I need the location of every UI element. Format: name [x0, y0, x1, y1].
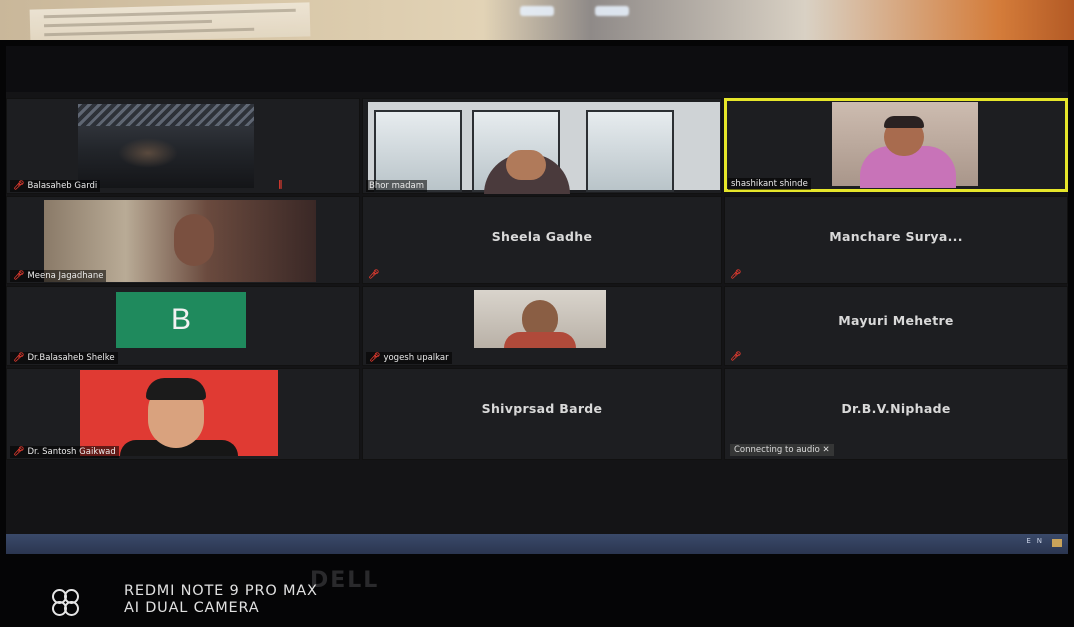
participant-tile[interactable]: Bhor madam [362, 98, 722, 194]
participant-video [80, 370, 278, 456]
notification-icon[interactable] [1052, 539, 1062, 547]
participant-tile[interactable]: 🎤︎ Meena Jagadhane [6, 196, 360, 284]
windows-taskbar: EN [6, 534, 1068, 554]
muted-mic-icon: 🎤︎ [13, 181, 25, 191]
ceiling-light [520, 6, 554, 16]
participant-name: Dr.B.V.Niphade [841, 401, 951, 417]
camera-watermark: REDMI NOTE 9 PRO MAX AI DUAL CAMERA [124, 583, 318, 616]
muted-mic-icon: 🎤︎ [730, 270, 742, 280]
monitor-brand-logo: DELL [310, 568, 380, 593]
participant-tile[interactable]: Shivprsad Barde [362, 368, 722, 460]
monitor-bezel [6, 46, 1068, 92]
participant-tile[interactable]: Sheela Gadhe 🎤︎ [362, 196, 722, 284]
participant-video [78, 104, 254, 188]
participant-video [368, 102, 720, 194]
participant-name: Mayuri Mehetre [838, 313, 954, 329]
ceiling-light [595, 6, 629, 16]
participant-tile[interactable]: 🎤︎ Dr. Santosh Gaikwad [6, 368, 360, 460]
participant-tile[interactable]: Mayuri Mehetre 🎤︎ [724, 286, 1068, 366]
participant-name-label: 🎤︎ Dr.Balasaheb Shelke [10, 352, 118, 364]
participant-tile[interactable]: Dr.B.V.Niphade Connecting to audio ✕ [724, 368, 1068, 460]
avatar: B [116, 292, 246, 348]
participant-video [474, 290, 606, 348]
participant-name-label: 🎤︎ Dr. Santosh Gaikwad [10, 446, 119, 458]
participant-name: Sheela Gadhe [491, 229, 593, 245]
participant-video [832, 102, 978, 188]
muted-mic-icon: 🎤︎ [13, 447, 25, 457]
participant-name-label: 🎤︎ Meena Jagadhane [10, 270, 107, 282]
muted-mic-icon: 🎤︎ [369, 353, 381, 363]
muted-mic-icon: 🎤︎ [13, 353, 25, 363]
participant-tile[interactable]: 🎤︎ Balasaheb Gardi ‖ [6, 98, 360, 194]
participant-tile[interactable]: Manchare Surya... 🎤︎ [724, 196, 1068, 284]
active-speaker-tile[interactable]: shashikant shinde [724, 98, 1068, 192]
participant-tile[interactable]: B 🎤︎ Dr.Balasaheb Shelke [6, 286, 360, 366]
muted-mic-icon: 🎤︎ [13, 271, 25, 281]
muted-mic-icon: 🎤︎ [730, 352, 742, 362]
participant-gallery: 🎤︎ Balasaheb Gardi ‖ Bhor madam shashika… [6, 98, 1068, 502]
muted-mic-icon: ‖ [278, 180, 283, 190]
participant-name-label: shashikant shinde [728, 178, 811, 190]
participant-name: Manchare Surya... [829, 229, 963, 245]
room-wall [0, 0, 1074, 44]
connecting-audio-status: Connecting to audio ✕ [730, 444, 834, 456]
taskbar-language[interactable]: EN [1026, 537, 1048, 545]
participant-name-label: Bhor madam [366, 180, 427, 192]
participant-tile[interactable]: 🎤︎ yogesh upalkar [362, 286, 722, 366]
camera-watermark-icon [52, 589, 79, 616]
participant-name-label: 🎤︎ Balasaheb Gardi [10, 180, 101, 192]
wall-poster [29, 2, 311, 44]
muted-mic-icon: 🎤︎ [368, 270, 380, 280]
participant-name-label: 🎤︎ yogesh upalkar [366, 352, 452, 364]
participant-name: Shivprsad Barde [481, 401, 603, 417]
